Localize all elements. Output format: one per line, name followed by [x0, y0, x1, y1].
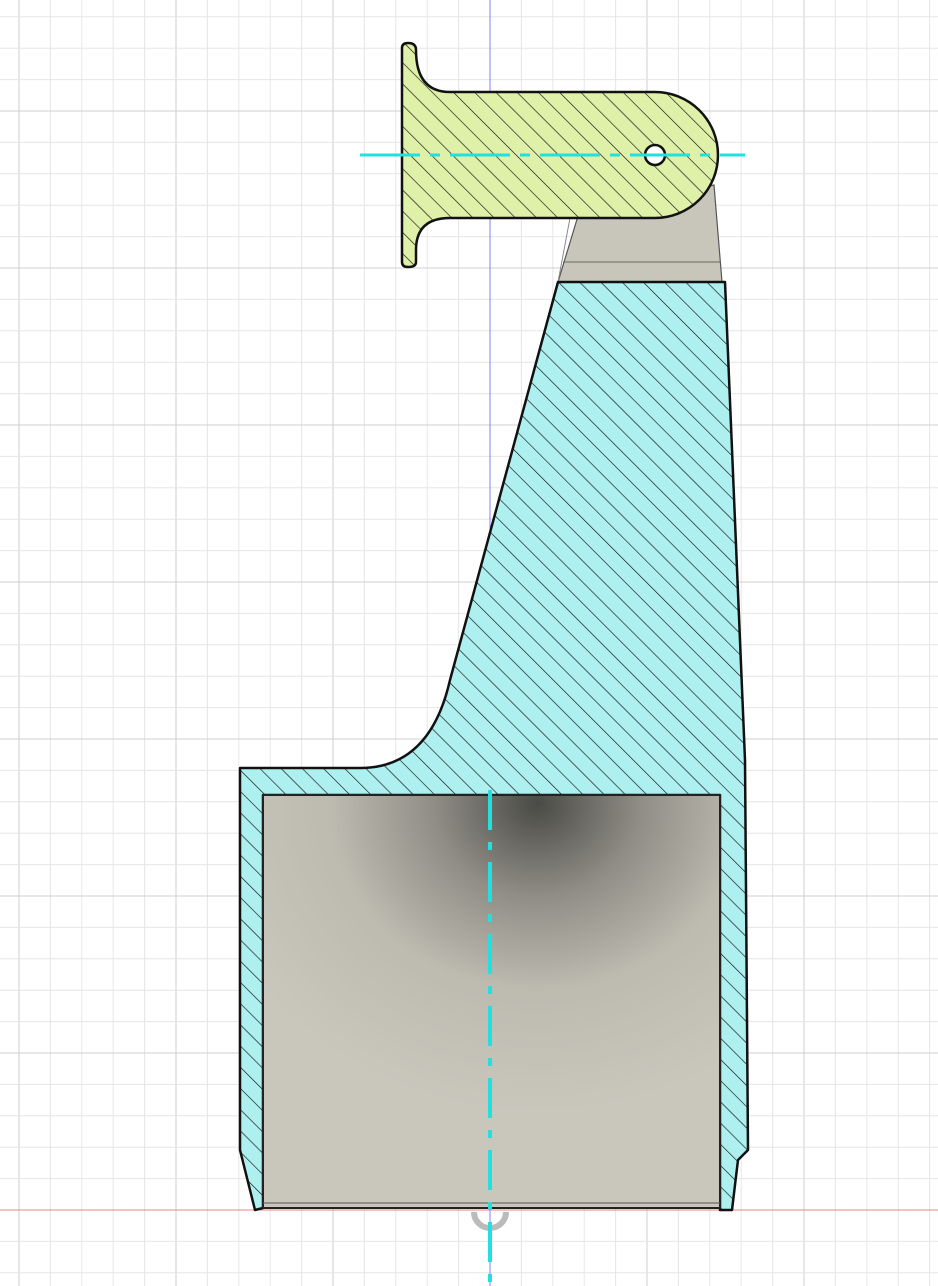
section-view-canvas[interactable] [0, 0, 938, 1286]
cad-viewport[interactable] [0, 0, 938, 1286]
cavity-surface [262, 794, 721, 1209]
